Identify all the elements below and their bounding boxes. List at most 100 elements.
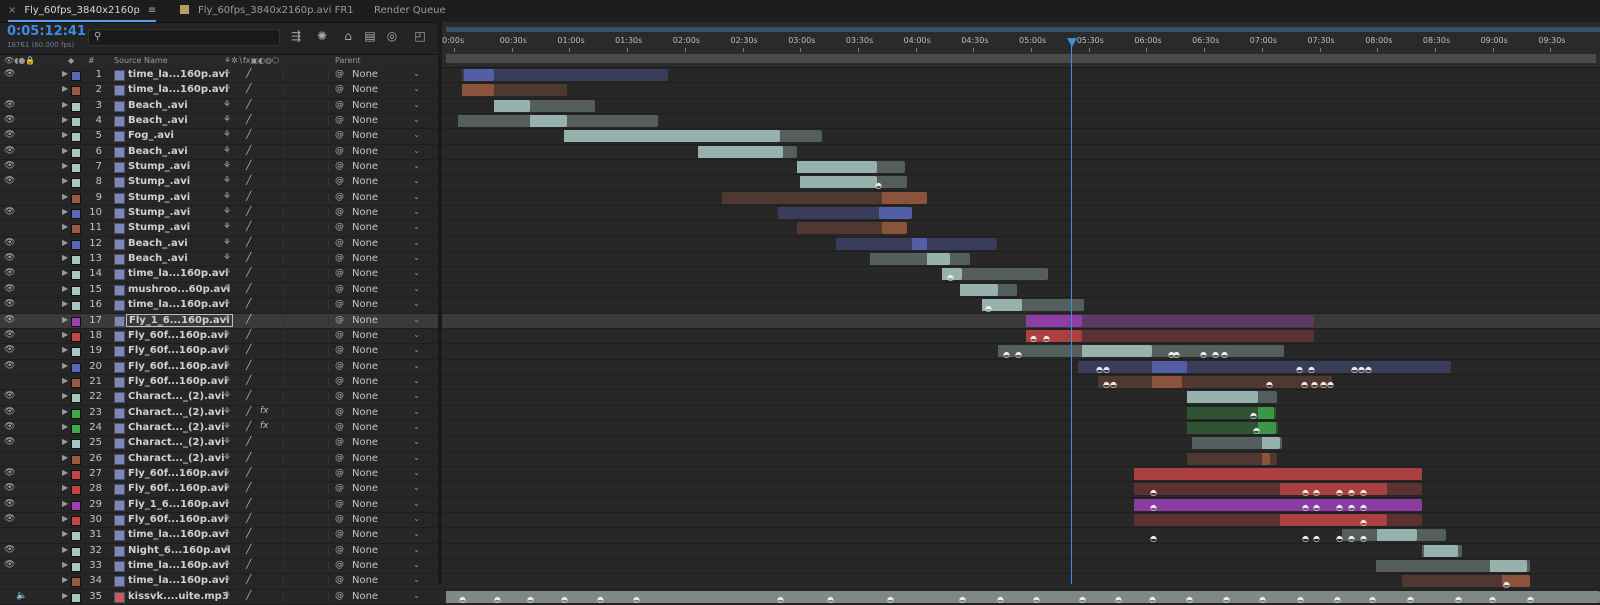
layer-row[interactable]: 👁 ▶ 7 Stump_.avi ⚘ ╱ @ None ⌄	[0, 160, 448, 176]
layer-row[interactable]: 👁 ▶ 15 mushroo...60p.avi ⚘ ╱ @ None ⌄	[0, 282, 448, 299]
quality-switch-icon[interactable]: ╱	[246, 545, 251, 555]
layer-source-name[interactable]: kissvk....uite.mp3	[128, 591, 229, 602]
layer-source-name[interactable]: Charact..._(2).avi	[128, 422, 225, 433]
keyframe-icon[interactable]: ◓	[1149, 596, 1156, 604]
pick-whip-icon[interactable]: @	[335, 437, 344, 447]
label-color-swatch[interactable]	[71, 270, 81, 281]
keyframe-icon[interactable]: ◓	[1313, 534, 1320, 543]
layer-switches[interactable]	[283, 438, 329, 449]
shy-switch-icon[interactable]: ⚘	[223, 591, 231, 601]
layer-row[interactable]: 👁 ▶ 22 Charact..._(2).avi ⚘ ╱ @ None ⌄	[0, 390, 448, 406]
layer-row[interactable]: 👁 ▶ 23 Charact..._(2).avi ⚘ ╱ fx @ None ⌄	[0, 405, 448, 421]
shy-switch-icon[interactable]: ⚘	[223, 115, 231, 125]
pick-whip-icon[interactable]: @	[335, 483, 344, 493]
eye-icon[interactable]: 👁	[4, 483, 15, 493]
layer-switches[interactable]	[283, 422, 329, 433]
layer-source-name[interactable]: Stump_.avi	[128, 176, 190, 187]
layer-row[interactable]: 👁 ▶ 6 Beach_.avi ⚘ ╱ @ None ⌄	[0, 144, 448, 161]
parent-dropdown[interactable]: None ⌄	[352, 468, 424, 480]
layer-in-out-bar[interactable]	[698, 145, 783, 158]
layer-source-name[interactable]: Charact..._(2).avi	[128, 407, 225, 418]
label-color-swatch[interactable]	[71, 132, 81, 143]
layer-in-out-bar[interactable]	[1262, 452, 1270, 465]
layer-row[interactable]: 👁 ▶ 32 Night_6...160p.avi ⚘ ╱ @ None ⌄	[0, 543, 448, 559]
speaker-icon[interactable]: 🔈	[16, 591, 27, 601]
keyframe-icon[interactable]: ◓	[997, 596, 1004, 604]
layer-source-name[interactable]: Fly_60f...160p.avi	[128, 376, 227, 387]
expand-triangle-icon[interactable]: ▶	[62, 100, 68, 109]
layer-row[interactable]: 👁 ▶ 1 time_la...160p.avi ⚘ ╱ @ None ⌄	[0, 68, 448, 84]
shy-switch-icon[interactable]: ⚘	[223, 560, 231, 570]
layer-switches[interactable]	[283, 100, 329, 111]
pick-whip-icon[interactable]: @	[335, 591, 344, 601]
work-area[interactable]	[442, 52, 1600, 68]
layer-source-name[interactable]: Fly_60f...160p.avi	[128, 514, 227, 525]
layer-in-out-bar[interactable]	[1134, 498, 1422, 511]
parent-dropdown[interactable]: None ⌄	[352, 529, 424, 541]
quality-switch-icon[interactable]: ╱	[246, 468, 251, 478]
expand-triangle-icon[interactable]: ▶	[62, 560, 68, 569]
parent-dropdown[interactable]: None ⌄	[352, 591, 424, 603]
parent-dropdown[interactable]: None ⌄	[352, 422, 424, 434]
eye-icon[interactable]: 👁	[4, 115, 15, 125]
av-features-icon[interactable]: 👁◖●🔒	[4, 56, 35, 65]
shy-switch-icon[interactable]: ⚘	[223, 315, 231, 325]
layer-source-name[interactable]: Beach_.avi	[128, 100, 188, 111]
keyframe-icon[interactable]: ◓	[1313, 488, 1320, 497]
shy-switch-icon[interactable]: ⚘	[223, 468, 231, 478]
layer-switches[interactable]	[283, 376, 329, 387]
shy-switch-icon[interactable]: ⚘	[223, 69, 231, 79]
quality-switch-icon[interactable]: ╱	[246, 176, 251, 186]
keyframe-icon[interactable]: ◓	[1110, 381, 1117, 389]
layer-source-name[interactable]: Charact..._(2).avi	[128, 391, 225, 402]
layer-source-name[interactable]: Beach_.avi	[128, 146, 188, 157]
label-color-swatch[interactable]	[71, 285, 81, 296]
keyframe-icon[interactable]: ◓	[1150, 488, 1157, 497]
expand-triangle-icon[interactable]: ▶	[62, 575, 68, 584]
quality-switch-icon[interactable]: ╱	[246, 130, 251, 140]
layer-source-name[interactable]: Charact..._(2).avi	[128, 453, 225, 464]
graph-editor-icon[interactable]: ◰	[412, 28, 428, 44]
parent-dropdown[interactable]: None ⌄	[352, 207, 424, 219]
keyframe-icon[interactable]: ◓	[1334, 596, 1341, 604]
layer-switches[interactable]	[283, 499, 329, 510]
keyframe-icon[interactable]: ◓	[1212, 350, 1219, 359]
layer-row[interactable]: 👁 ▶ 5 Fog_.avi ⚘ ╱ @ None ⌄	[0, 129, 448, 145]
label-column-icon[interactable]: ◆	[68, 56, 74, 65]
eye-icon[interactable]: 👁	[4, 499, 15, 509]
parent-dropdown[interactable]: None ⌄	[352, 222, 424, 234]
pick-whip-icon[interactable]: @	[335, 422, 344, 432]
layer-row[interactable]: 👁 ▶ 13 Beach_.avi ⚘ ╱ @ None ⌄	[0, 252, 448, 268]
keyframe-icon[interactable]: ◓	[527, 596, 534, 604]
eye-icon[interactable]: 👁	[4, 468, 15, 478]
layer-source-name[interactable]: Beach_.avi	[128, 253, 188, 264]
shy-switch-icon[interactable]: ⚘	[223, 84, 231, 94]
pick-whip-icon[interactable]: @	[335, 253, 344, 263]
quality-switch-icon[interactable]: ╱	[246, 84, 251, 94]
pick-whip-icon[interactable]: @	[335, 560, 344, 570]
expand-triangle-icon[interactable]: ▶	[62, 514, 68, 523]
eye-icon[interactable]: 👁	[4, 391, 15, 401]
label-color-swatch[interactable]	[71, 362, 81, 373]
layer-switches[interactable]	[283, 131, 329, 142]
shy-switch-icon[interactable]: ⚘	[223, 345, 231, 355]
layer-switches[interactable]	[283, 330, 329, 341]
layer-switches[interactable]	[283, 545, 329, 556]
keyframe-icon[interactable]: ◓	[1259, 596, 1266, 604]
keyframe-icon[interactable]: ◓	[1033, 596, 1040, 604]
expand-triangle-icon[interactable]: ▶	[62, 315, 68, 324]
layer-row[interactable]: ▶ 21 Fly_60f...160p.avi ⚘ ╱ @ None ⌄	[0, 374, 448, 391]
layer-duration-bar[interactable]	[1078, 360, 1451, 373]
layer-in-out-bar[interactable]	[564, 130, 780, 143]
parent-dropdown[interactable]: None ⌄	[352, 499, 424, 511]
expand-triangle-icon[interactable]: ▶	[62, 176, 68, 185]
expand-triangle-icon[interactable]: ▶	[62, 407, 68, 416]
quality-switch-icon[interactable]: ╱	[246, 391, 251, 401]
parent-dropdown[interactable]: None ⌄	[352, 130, 424, 142]
shy-switch-icon[interactable]: ⚘	[223, 361, 231, 371]
label-color-swatch[interactable]	[71, 209, 81, 220]
label-color-swatch[interactable]	[71, 515, 81, 526]
label-color-swatch[interactable]	[71, 71, 81, 81]
layer-source-name[interactable]: time_la...160p.avi	[128, 268, 229, 279]
layer-in-out-bar[interactable]	[1280, 513, 1387, 526]
